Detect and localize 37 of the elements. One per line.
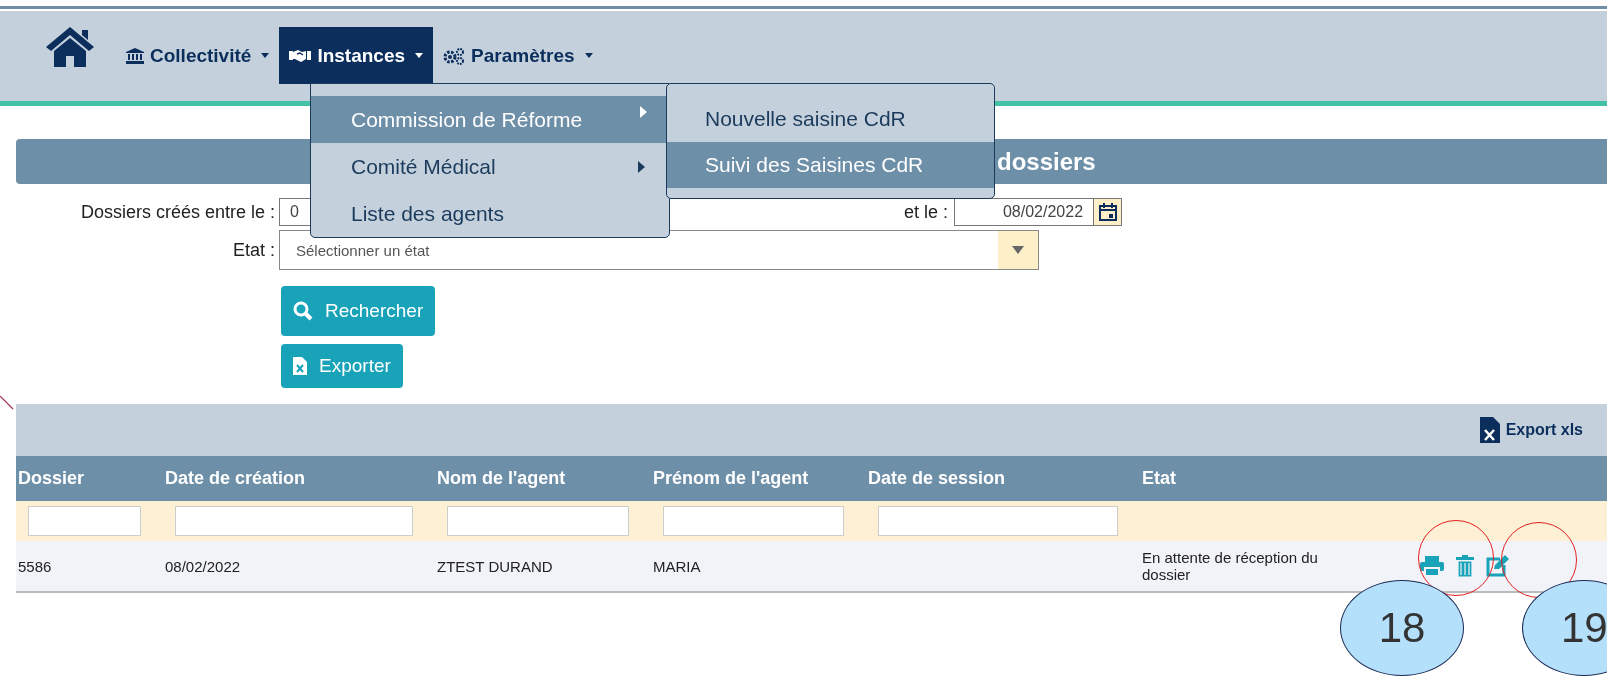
date-to-label: et le : [904, 201, 949, 223]
calendar-icon [1098, 203, 1117, 221]
excel-file-icon [1479, 417, 1500, 443]
annotation-bubble: 19 [1522, 580, 1607, 676]
home-icon[interactable] [44, 25, 96, 69]
column-filter-field[interactable] [28, 506, 141, 536]
submenu-arrow-icon [638, 160, 645, 173]
excel-file-icon [293, 357, 307, 375]
table-cell: ZTEST DURAND [437, 557, 553, 575]
submenu-arrow-icon [640, 106, 647, 118]
table-row[interactable]: 5586 08/02/2022 ZTEST DURAND MARIA En attente de réception du dossier [16, 541, 1607, 593]
calendar-button[interactable] [1094, 198, 1123, 226]
column-filter-field[interactable] [663, 506, 844, 536]
table-cell: 08/02/2022 [165, 557, 241, 575]
submenu-item[interactable]: Nouvelle saisine CdR [667, 96, 994, 142]
bank-icon [126, 47, 144, 64]
search-icon [293, 301, 313, 321]
trash-icon[interactable] [1456, 555, 1474, 577]
page-title: dossiers [997, 147, 1096, 176]
edit-icon[interactable] [1486, 555, 1510, 577]
nav-menu-item[interactable]: Instances [279, 27, 434, 84]
annotation-line [0, 396, 14, 410]
annotation-bubble: 18 [1340, 580, 1464, 676]
column-filter-field[interactable] [878, 506, 1118, 536]
table-cell-text: En attente de réception du dossier [1142, 549, 1319, 583]
export-xls-link[interactable]: Export xls [1479, 417, 1583, 443]
print-icon[interactable] [1420, 556, 1444, 576]
table-cell: MARIA [653, 557, 701, 575]
handshake-icon [289, 48, 312, 63]
table-cell: 5586 [18, 557, 52, 575]
column-filter-field[interactable] [447, 506, 629, 536]
gears-icon [443, 46, 466, 65]
state-label: Etat : [231, 239, 276, 261]
column-filter-field[interactable] [175, 506, 413, 536]
nav-menu-item[interactable]: Collectivité [116, 27, 280, 84]
date-range-label: Dossiers créés entre le : [79, 201, 276, 223]
dropdown-caret-icon [1012, 246, 1024, 254]
